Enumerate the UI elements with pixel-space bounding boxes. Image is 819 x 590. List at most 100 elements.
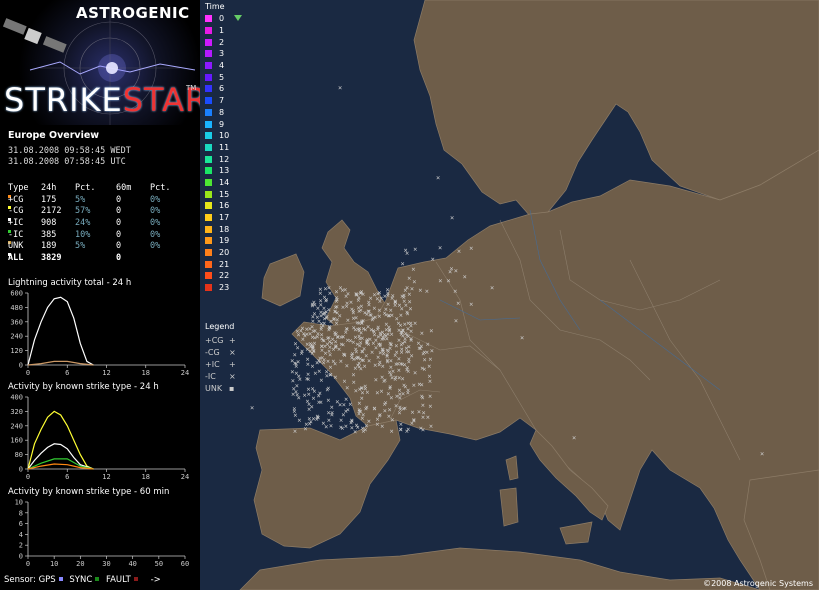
strike-marker: × (342, 352, 346, 360)
lightning-map[interactable]: × × × × × × × × × × × × × × × × × × × × × × × × × × × × × × × × × × × × × × × ×… (200, 0, 819, 590)
x-tick-label: 0 (26, 473, 30, 481)
strike-marker: × (394, 374, 398, 382)
y-tick-label: 80 (15, 451, 23, 459)
stat-60m: 0 (116, 241, 122, 252)
strike-marker: × (383, 407, 387, 415)
strike-marker: × (386, 292, 390, 300)
strike-marker: × (375, 389, 379, 397)
strike-marker: × (354, 345, 358, 353)
time-label: 0 (219, 14, 225, 24)
y-tick-label: 160 (10, 437, 23, 445)
col-24h-header: 24h (41, 183, 57, 193)
strike-marker: × (359, 306, 363, 314)
strike-marker: × (345, 300, 349, 308)
strike-marker: × (431, 256, 435, 264)
strike-marker: × (463, 273, 467, 281)
strike-marker: × (364, 422, 368, 430)
time-label: 2 (219, 37, 225, 47)
col-type-header: Type (8, 183, 29, 193)
strike-marker: × (341, 333, 345, 341)
strike-marker: × (393, 302, 397, 310)
y-tick-label: 360 (10, 318, 23, 326)
chart-title-total-24h: Lightning activity total - 24 h (8, 278, 132, 288)
strike-marker: × (344, 325, 348, 333)
type-legend-item: +IC + (205, 358, 236, 370)
x-tick-label: 12 (102, 473, 110, 481)
sensor-status: Sensor: GPS SYNC FAULT -> (4, 575, 161, 585)
time-legend-item: 10 (205, 130, 265, 142)
strike-marker: × (428, 356, 432, 364)
gps-indicator (58, 577, 63, 581)
strike-marker: × (400, 348, 404, 356)
strike-marker: × (338, 284, 342, 292)
strike-marker: × (250, 404, 254, 412)
europe-map[interactable]: ××××××××× ×××× ××××××××××× ××××××××××××××××… (200, 0, 819, 590)
stat-pct-60m: 0% (150, 206, 161, 217)
copyright: ©2008 Astrogenic Systems (703, 579, 813, 588)
strike-marker: × (293, 411, 297, 419)
strike-marker: × (344, 422, 348, 430)
type-symbol: × (229, 347, 236, 357)
strike-marker: × (408, 298, 412, 306)
strike-marker: × (300, 350, 304, 358)
time-label: 16 (219, 201, 230, 211)
strike-marker: × (572, 434, 576, 442)
stat-24h: 175 (41, 194, 57, 205)
type-label: UNK (205, 383, 223, 393)
strike-marker: × (401, 375, 405, 383)
strike-marker: × (427, 363, 431, 371)
strike-marker: × (352, 379, 356, 387)
strike-marker: × (377, 289, 381, 297)
strike-marker: × (361, 325, 365, 333)
time-legend-item: 15 (205, 188, 265, 200)
strike-marker: × (377, 313, 381, 321)
strike-marker: × (326, 384, 330, 392)
stat-24h: 2172 (41, 206, 62, 217)
strike-marker: × (311, 394, 315, 402)
stat-24h: 189 (41, 241, 57, 252)
y-tick-label: 8 (19, 509, 23, 517)
strike-marker: × (364, 352, 368, 360)
time-color-swatch (205, 97, 212, 105)
y-tick-label: 400 (10, 394, 23, 402)
time-color-swatch (205, 62, 212, 70)
strike-marker: × (307, 390, 311, 398)
strike-marker: × (365, 340, 369, 348)
strike-marker: × (339, 424, 343, 432)
strike-marker: × (324, 308, 328, 316)
time-legend-item: 23 (205, 282, 265, 294)
time-color-swatch (205, 249, 212, 257)
type-label: +CG (205, 335, 224, 345)
strike-marker: × (315, 333, 319, 341)
strike-marker: × (358, 355, 362, 363)
strike-marker: × (760, 450, 764, 458)
stats-row: +CG 175 5% 0 0% (8, 194, 198, 207)
y-tick-label: 600 (10, 290, 23, 298)
strike-marker: × (405, 249, 409, 257)
chart-type-24h: 400 320 240 160 80 00 6 12 18 24 (10, 394, 189, 482)
strike-marker: × (360, 395, 364, 403)
strike-marker: × (364, 405, 368, 413)
strike-marker: × (405, 428, 409, 436)
time-dropdown-icon[interactable] (234, 15, 242, 21)
chart-title-type-24h: Activity by known strike type - 24 h (8, 382, 159, 392)
y-tick-label: 320 (10, 408, 23, 416)
strike-marker: × (454, 267, 458, 275)
sensor-sync-label: SYNC (69, 575, 93, 585)
strike-marker: × (430, 347, 434, 355)
strike-marker: × (388, 384, 392, 392)
strike-marker: × (401, 405, 405, 413)
chart-type-60m: 10864200 10 20 30 40 50 60 (15, 499, 190, 569)
type-symbol: + (229, 359, 236, 369)
strike-marker: × (428, 392, 432, 400)
strike-marker: × (372, 304, 376, 312)
time-label: 1 (219, 26, 225, 36)
sensor-arrow-button[interactable]: -> (151, 575, 161, 585)
strike-marker: × (328, 325, 332, 333)
y-tick-label: 240 (10, 333, 23, 341)
strike-marker: × (428, 402, 432, 410)
strike-marker: × (361, 425, 365, 433)
stat-60m: 0 (116, 218, 122, 229)
stat-type-label: UNK (8, 241, 24, 252)
strike-marker: × (322, 293, 326, 301)
